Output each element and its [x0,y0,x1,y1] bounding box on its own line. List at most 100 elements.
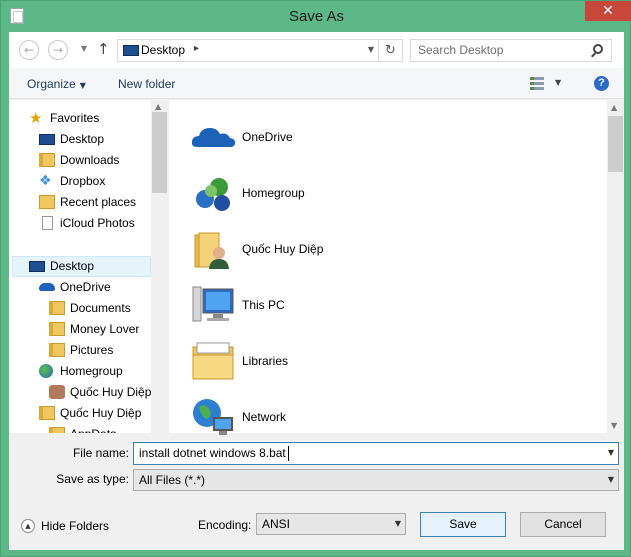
file-name-label: File name: [72,446,129,460]
navigation-pane[interactable]: ★ Favorites Desktop Downloads ❖ Dropbox … [9,100,168,433]
file-name-input[interactable]: install dotnet windows 8.bat ▼ [133,442,619,465]
nav-item-label: AppData [70,424,117,433]
file-item-user-folder[interactable]: Quốc Huy Diệp [189,225,569,277]
nav-item-label: Desktop [60,132,105,146]
onedrive-icon [191,128,236,147]
save-button[interactable]: Save [420,512,506,537]
text-cursor [288,446,289,461]
recent-places-icon [39,195,55,209]
address-breadcrumb-desktop[interactable]: Desktop [141,43,185,57]
organize-label: Organize [27,77,76,91]
nav-item-label: iCloud Photos [60,216,135,230]
folder-icon [49,427,65,433]
save-as-type-label: Save as type: [56,472,129,486]
nav-item-label: Documents [70,301,131,315]
folder-icon [49,322,65,336]
user-folder-icon [39,406,55,420]
scroll-up-arrow-icon[interactable]: ▲ [155,102,161,111]
file-item-onedrive[interactable]: OneDrive [189,113,569,165]
nav-item-label: Downloads [60,153,120,167]
back-button[interactable]: ← [19,40,39,60]
onedrive-icon [39,283,55,291]
file-item-label: Network [242,410,287,424]
save-as-type-value: All Files (*.*) [139,473,206,487]
nav-item-label: Dropbox [60,174,106,188]
nav-item-label: Money Lover [70,322,140,336]
scrollbar-thumb[interactable] [608,116,623,172]
file-item-label: Quốc Huy Diệp [242,242,324,256]
refresh-button[interactable]: ↻ [378,40,402,61]
encoding-value: ANSI [262,517,291,531]
encoding-chevron-down-icon[interactable]: ▼ [395,519,401,528]
folder-icon [49,301,65,315]
file-item-label: Homegroup [242,186,305,200]
nav-item-label: Desktop [50,259,95,273]
close-button[interactable]: ✕ [585,1,631,21]
nav-item-label: Recent places [60,195,137,209]
file-item-libraries[interactable]: Libraries [189,337,569,389]
file-item-this-pc[interactable]: This PC [189,281,569,333]
view-options-chevron-down-icon[interactable]: ▼ [555,78,561,87]
save-as-type-select[interactable]: All Files (*.*) ▼ [133,469,619,491]
file-item-label: This PC [242,298,285,312]
chevron-up-icon: ▲ [21,519,35,533]
forward-button[interactable]: → [48,40,68,60]
change-view-icon[interactable] [530,77,544,91]
homegroup-icon [196,178,230,211]
user-folder-icon [194,232,229,269]
search-icon [593,44,603,54]
dialog-client-area: ← → ▼ ↑ Desktop ▸ ▼ ↻ Search Desktop Org… [9,32,624,550]
address-bar[interactable]: Desktop ▸ ▼ ↻ [117,39,403,62]
new-folder-button[interactable]: New folder [118,77,175,91]
nav-item-label: Favorites [50,111,100,125]
dropbox-icon: ❖ [39,173,52,189]
network-icon [193,399,233,435]
search-input[interactable]: Search Desktop [410,39,612,62]
nav-item-label: Quốc Huy Diệp [70,385,152,399]
file-list[interactable]: OneDrive Homegroup Quốc Huy Diệp This PC… [169,100,624,435]
desktop-icon [29,261,45,272]
file-item-network[interactable]: Network [189,393,569,445]
encoding-label: Encoding: [198,518,252,532]
nav-item-label: Pictures [70,343,114,357]
encoding-select[interactable]: ANSI ▼ [256,513,406,535]
this-pc-icon [192,286,234,322]
desktop-icon [39,134,55,145]
file-item-homegroup[interactable]: Homegroup [189,169,569,221]
homegroup-icon [39,364,53,378]
file-name-chevron-down-icon[interactable]: ▼ [608,448,614,457]
title-bar[interactable]: Save As ✕ [1,1,631,32]
star-icon: ★ [29,109,43,127]
file-item-label: Libraries [242,354,289,368]
up-one-level-button[interactable]: ↑ [97,40,110,58]
address-row: ← → ▼ ↑ Desktop ▸ ▼ ↻ Search Desktop [9,32,624,68]
recent-locations-chevron-down-icon[interactable]: ▼ [81,44,87,53]
file-list-scrollbar[interactable]: ▲ ▼ [607,100,624,433]
folder-icon [39,153,55,167]
scroll-up-arrow-icon[interactable]: ▲ [611,103,617,112]
search-placeholder: Search Desktop [418,43,504,57]
file-name-value[interactable]: install dotnet windows 8.bat [139,446,286,460]
help-icon[interactable]: ? [594,76,609,91]
address-history-chevron-down-icon[interactable]: ▼ [368,45,374,54]
scrollbar-thumb[interactable] [152,112,167,193]
organize-menu[interactable]: Organize ▼ [27,77,86,91]
nav-item-label: Homegroup [60,364,123,378]
nav-item-label: Quốc Huy Diệp [60,406,142,420]
file-item-label: OneDrive [242,130,293,144]
scroll-down-arrow-icon[interactable]: ▼ [611,421,617,430]
desktop-icon [123,45,139,56]
cancel-button[interactable]: Cancel [520,512,606,537]
hide-folders-label: Hide Folders [41,519,110,533]
navigation-pane-scrollbar[interactable]: ▲ [151,100,168,433]
breadcrumb-chevron-right-icon[interactable]: ▸ [194,43,199,54]
libraries-icon [192,342,234,380]
command-toolbar: Organize ▼ New folder ▼ ? [9,68,624,99]
save-as-dialog: Save As ✕ ← → ▼ ↑ Desktop ▸ ▼ ↻ Search D… [0,0,631,557]
folder-icon [49,343,65,357]
document-icon [42,216,53,230]
save-as-type-chevron-down-icon[interactable]: ▼ [608,475,614,484]
chevron-down-icon: ▼ [79,81,86,90]
user-avatar-icon [49,385,65,399]
window-title: Save As [288,8,345,25]
